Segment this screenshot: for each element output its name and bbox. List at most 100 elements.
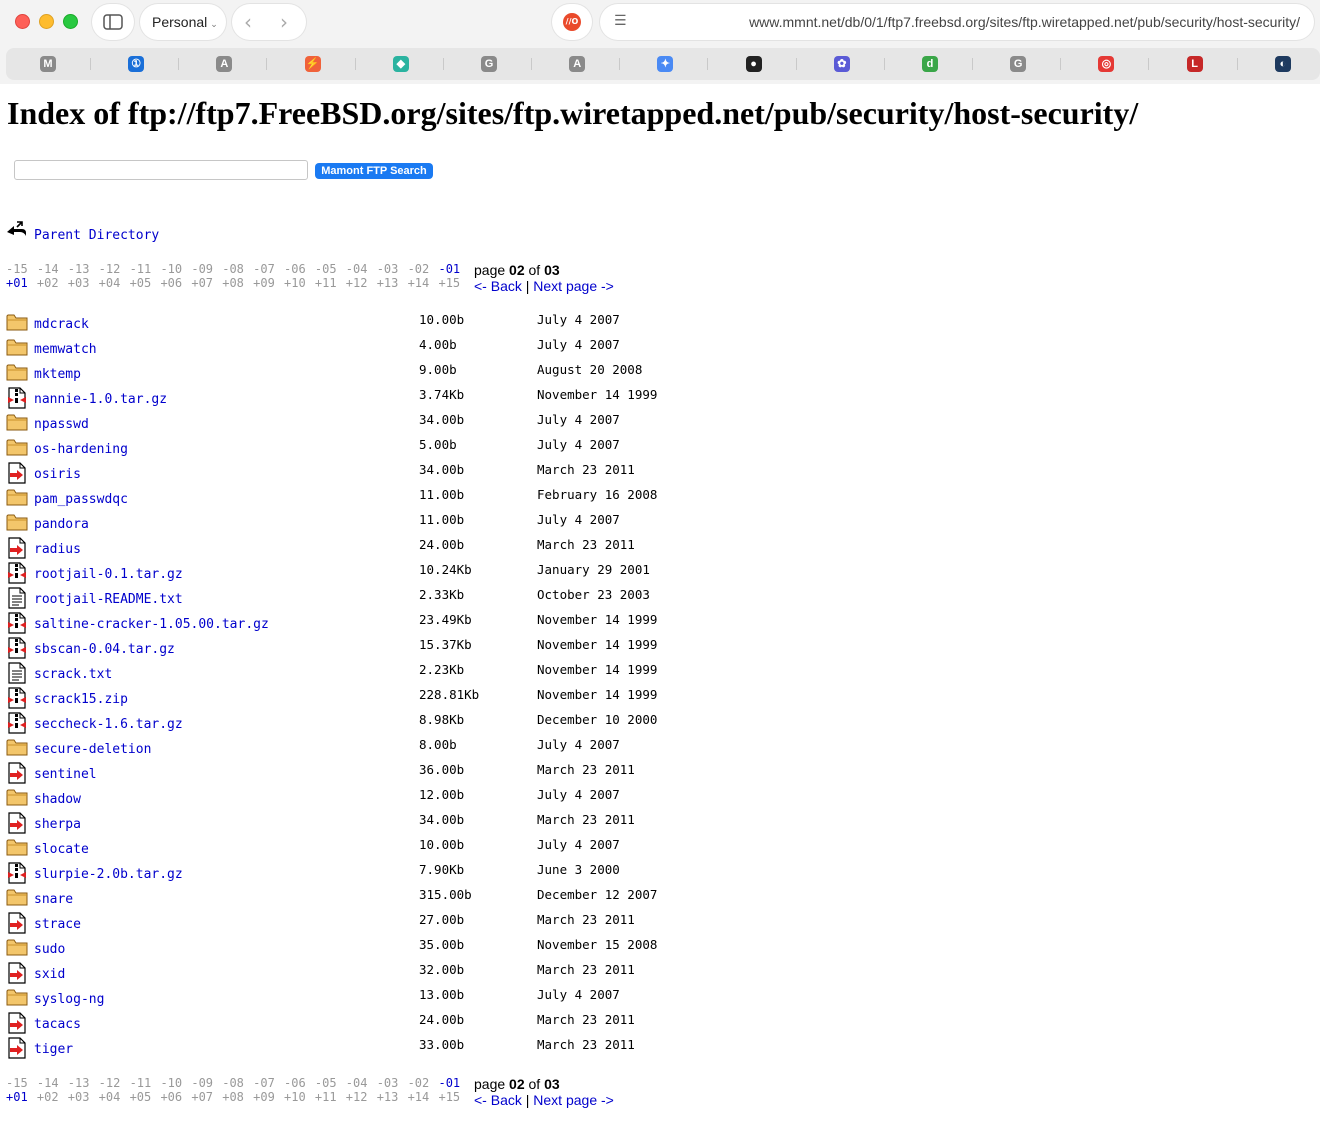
archive-icon[interactable] (6, 612, 28, 634)
pager-link[interactable]: +05 (130, 276, 161, 290)
pager-link[interactable]: +07 (191, 1090, 222, 1104)
folder-icon[interactable] (6, 787, 28, 809)
circle-favicon[interactable]: ◐ (1274, 56, 1291, 72)
archive-icon[interactable] (6, 562, 28, 584)
pager-link[interactable]: -09 (191, 1076, 222, 1090)
pager-link[interactable]: +02 (37, 276, 68, 290)
folder-icon[interactable] (6, 737, 28, 759)
file-link[interactable]: sentinel (34, 767, 97, 782)
pager-link[interactable]: -10 (160, 262, 191, 276)
file-link[interactable]: sudo (34, 942, 65, 957)
file-link[interactable]: snare (34, 892, 73, 907)
file-link[interactable]: syslog-ng (34, 992, 104, 1007)
pager-link[interactable]: +04 (99, 276, 130, 290)
parent-directory-link[interactable]: Parent Directory (34, 228, 159, 243)
minimize-window-button[interactable] (39, 14, 54, 29)
folder-icon[interactable] (6, 312, 28, 334)
pager-link[interactable]: +11 (315, 1090, 346, 1104)
link-icon[interactable] (6, 537, 28, 559)
zoom-window-button[interactable] (63, 14, 78, 29)
file-link[interactable]: sherpa (34, 817, 81, 832)
file-link[interactable]: rootjail-0.1.tar.gz (34, 567, 183, 582)
pager-link[interactable]: -07 (253, 262, 284, 276)
file-link[interactable]: slocate (34, 842, 89, 857)
pager-link[interactable]: -02 (408, 1076, 439, 1090)
link-icon[interactable] (6, 962, 28, 984)
pager-link[interactable]: -13 (68, 1076, 99, 1090)
file-link[interactable]: osiris (34, 467, 81, 482)
profile-menu[interactable]: Personal ⌄ (140, 4, 226, 40)
folder-icon[interactable] (6, 412, 28, 434)
pager-link[interactable]: -12 (99, 1076, 130, 1090)
archive-icon[interactable] (6, 862, 28, 884)
pager-link[interactable]: -04 (346, 1076, 377, 1090)
gear-favicon[interactable]: ✿ (833, 56, 850, 72)
pager-link[interactable]: -03 (377, 262, 408, 276)
layers-favicon[interactable]: ◆ (392, 56, 409, 72)
pager-link[interactable]: -04 (346, 262, 377, 276)
pager-link[interactable]: +08 (222, 276, 253, 290)
text-file-icon[interactable] (6, 587, 28, 609)
file-link[interactable]: seccheck-1.6.tar.gz (34, 717, 183, 732)
back-link[interactable]: <- Back (474, 278, 522, 294)
pager-link[interactable]: +06 (160, 276, 191, 290)
file-link[interactable]: shadow (34, 792, 81, 807)
file-link[interactable]: mdcrack (34, 317, 89, 332)
file-link[interactable]: scrack.txt (34, 667, 112, 682)
back-arrow-icon[interactable]: ‹ (244, 10, 252, 34)
search-button[interactable]: Mamont FTP Search (315, 163, 433, 179)
pager-link[interactable]: -14 (37, 1076, 68, 1090)
pager-link[interactable]: -12 (99, 262, 130, 276)
file-link[interactable]: sxid (34, 967, 65, 982)
forward-arrow-icon[interactable]: › (280, 10, 288, 34)
pager-link[interactable]: +09 (253, 276, 284, 290)
link-icon[interactable] (6, 762, 28, 784)
pager-link[interactable]: -08 (222, 1076, 253, 1090)
file-link[interactable]: tacacs (34, 1017, 81, 1032)
file-link[interactable]: pam_passwdqc (34, 492, 128, 507)
pager-link[interactable]: +03 (68, 1090, 99, 1104)
folder-icon[interactable] (6, 512, 28, 534)
pager-link[interactable]: +10 (284, 276, 315, 290)
next-page-link[interactable]: Next page -> (533, 278, 614, 294)
pager-link[interactable]: +14 (408, 1090, 439, 1104)
g-favicon[interactable]: G (481, 56, 497, 72)
pager-link[interactable]: +12 (346, 276, 377, 290)
target-favicon[interactable]: ◎ (1098, 56, 1115, 72)
pager-link[interactable]: -01 (438, 1076, 469, 1090)
file-link[interactable]: mktemp (34, 367, 81, 382)
pager-link[interactable]: +14 (408, 276, 439, 290)
pager-link[interactable]: -06 (284, 1076, 315, 1090)
parent-directory-icon[interactable] (6, 219, 28, 239)
link-icon[interactable] (6, 462, 28, 484)
pager-link[interactable]: -13 (68, 262, 99, 276)
pager-link[interactable]: +08 (222, 1090, 253, 1104)
m-favicon[interactable]: M (40, 56, 56, 72)
file-link[interactable]: tiger (34, 1042, 73, 1057)
pager-link[interactable]: +06 (160, 1090, 191, 1104)
pager-link[interactable]: -11 (130, 1076, 161, 1090)
next-page-link[interactable]: Next page -> (533, 1092, 614, 1108)
folder-icon[interactable] (6, 487, 28, 509)
folder-icon[interactable] (6, 337, 28, 359)
file-link[interactable]: os-hardening (34, 442, 128, 457)
back-link[interactable]: <- Back (474, 1092, 522, 1108)
extension-button[interactable]: //O (552, 4, 592, 40)
pager-link[interactable]: +07 (191, 276, 222, 290)
link-icon[interactable] (6, 1012, 28, 1034)
pager-link[interactable]: +03 (68, 276, 99, 290)
file-link[interactable]: rootjail-README.txt (34, 592, 183, 607)
folder-icon[interactable] (6, 837, 28, 859)
file-link[interactable]: slurpie-2.0b.tar.gz (34, 867, 183, 882)
pager-link[interactable]: -15 (6, 1076, 37, 1090)
pager-link[interactable]: +15 (438, 276, 469, 290)
address-bar[interactable]: ☰ www.mmnt.net/db/0/1/ftp7.freebsd.org/s… (600, 4, 1314, 40)
d-favicon[interactable]: d (922, 56, 938, 72)
l-favicon[interactable]: L (1186, 56, 1203, 72)
file-link[interactable]: strace (34, 917, 81, 932)
file-link[interactable]: radius (34, 542, 81, 557)
folder-icon[interactable] (6, 437, 28, 459)
link-icon[interactable] (6, 812, 28, 834)
folder-icon[interactable] (6, 362, 28, 384)
file-link[interactable]: pandora (34, 517, 89, 532)
